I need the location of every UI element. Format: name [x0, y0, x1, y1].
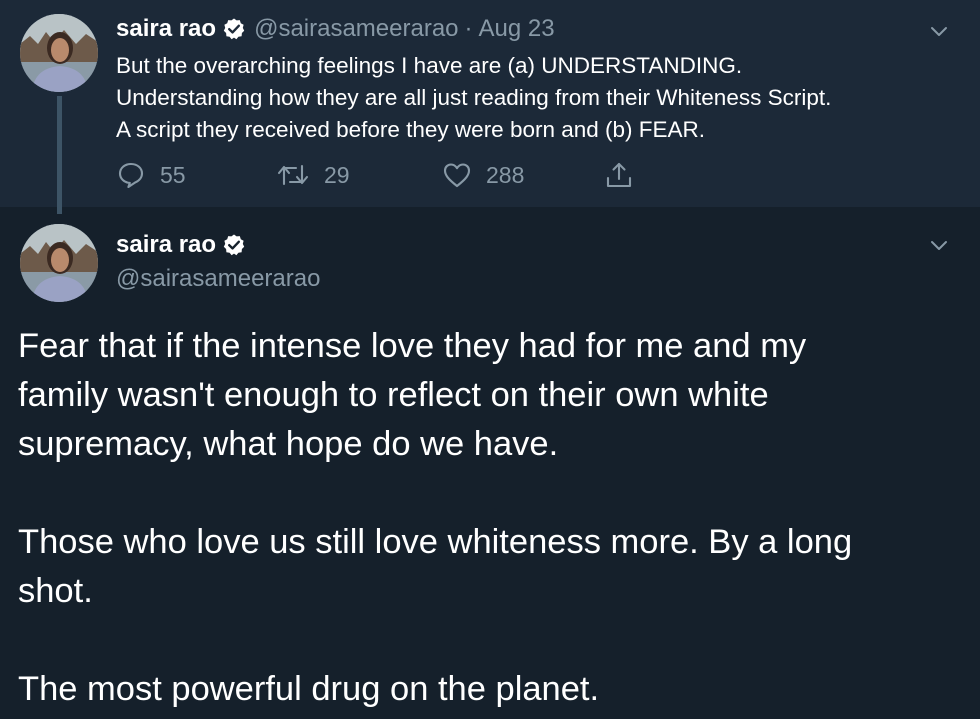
heart-icon [443, 163, 471, 188]
tweet-text-line: Those who love us still love whiteness m… [18, 523, 853, 561]
tweet-paragraph: Fear that if the intense love they had f… [18, 322, 968, 469]
tweet-text-line: family wasn't enough to reflect on their… [18, 376, 769, 414]
avatar-photo-icon [20, 14, 98, 92]
main-tweet-text: Fear that if the intense love they had f… [18, 322, 968, 714]
author-name[interactable]: saira rao [116, 231, 216, 259]
parent-tweet-text: But the overarching feelings I have are … [116, 50, 956, 146]
avatar-photo-icon [20, 224, 98, 302]
separator-dot: · [464, 15, 473, 42]
retweet-button[interactable]: 29 [276, 158, 350, 192]
tweet-text-line: Understanding how they are all just read… [116, 85, 832, 110]
tweet-paragraph: The most powerful drug on the planet. [18, 665, 968, 714]
tweet-text-line: supremacy, what hope do we have. [18, 425, 559, 463]
thread-connector-line [57, 96, 62, 214]
reply-button[interactable]: 55 [116, 158, 186, 192]
retweet-icon [277, 164, 309, 186]
chevron-down-icon[interactable] [928, 20, 950, 42]
verified-badge-icon [222, 17, 246, 41]
parent-tweet-header: saira rao @sairasameerarao · Aug 23 [116, 12, 555, 46]
reply-count: 55 [160, 161, 186, 188]
verified-badge-icon [222, 233, 246, 257]
avatar[interactable] [20, 14, 98, 92]
tweet-actions: 55 29 288 [116, 158, 656, 192]
tweet-text-line: A script they received before they were … [116, 117, 706, 142]
tweet-text-line: shot. [18, 572, 93, 610]
like-button[interactable]: 288 [442, 158, 524, 192]
avatar[interactable] [20, 224, 98, 302]
tweet-date[interactable]: Aug 23 [479, 15, 555, 43]
tweet-thread: saira rao @sairasameerarao · Aug 23 But … [0, 0, 980, 719]
share-button[interactable] [604, 158, 648, 192]
chevron-down-icon[interactable] [928, 234, 950, 256]
reply-icon [118, 162, 144, 189]
tweet-text-line: Fear that if the intense love they had f… [18, 327, 807, 365]
author-name[interactable]: saira rao [116, 15, 216, 43]
tweet-paragraph: Those who love us still love whiteness m… [18, 518, 968, 616]
main-tweet-header: saira rao [116, 228, 254, 262]
parent-tweet[interactable]: saira rao @sairasameerarao · Aug 23 But … [0, 0, 980, 214]
author-handle[interactable]: @sairasameerarao [116, 262, 320, 296]
author-handle[interactable]: @sairasameerarao [254, 15, 458, 43]
retweet-count: 29 [324, 161, 350, 188]
share-icon [606, 162, 632, 188]
tweet-text-line: The most powerful drug on the planet. [18, 670, 600, 708]
like-count: 288 [486, 161, 525, 188]
tweet-text-line: But the overarching feelings I have are … [116, 53, 743, 78]
